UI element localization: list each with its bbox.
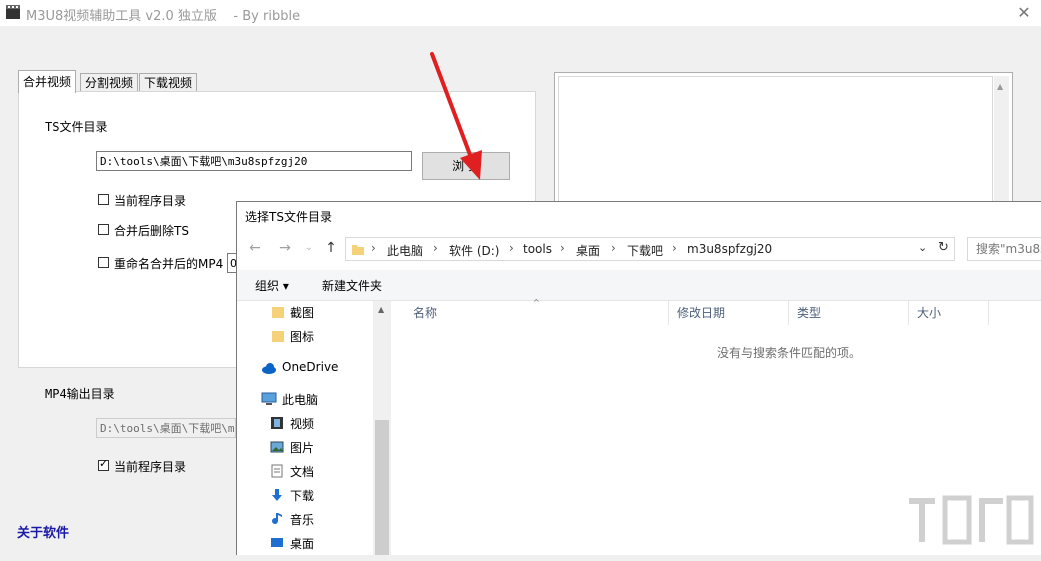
folder-icon <box>271 305 285 319</box>
scroll-up-icon[interactable]: ▲ <box>997 82 1003 91</box>
desktop-icon <box>270 536 284 550</box>
delete-ts-checkbox[interactable] <box>98 224 109 235</box>
tree-item-this-pc[interactable]: 此电脑 <box>237 388 373 410</box>
rename-mp4-label: 重命名合并后的MP4 <box>114 257 224 271</box>
annotation-arrow-icon <box>430 52 482 180</box>
tree-item-downloads[interactable]: 下载 <box>237 484 373 506</box>
breadcrumb-separator-icon: › <box>560 241 565 255</box>
tree-item-label: 截图 <box>290 306 315 320</box>
breadcrumb-separator-icon: › <box>672 241 677 255</box>
empty-results-message: 没有与搜索条件匹配的项。 <box>717 346 862 360</box>
new-folder-button[interactable]: 新建文件夹 <box>322 277 382 294</box>
column-size[interactable]: 大小 <box>909 301 989 325</box>
tab-download-video[interactable]: 下载视频 <box>139 73 198 93</box>
tree-item-icons[interactable]: 图标 <box>237 325 373 347</box>
breadcrumb-separator-icon: › <box>433 241 438 255</box>
tree-item-documents[interactable]: 文档 <box>237 460 373 482</box>
refresh-icon[interactable]: ↻ <box>938 240 949 255</box>
folder-icon <box>271 329 285 343</box>
ts-dir-label: TS文件目录 <box>45 120 108 134</box>
navigation-scroll-thumb[interactable] <box>375 420 389 555</box>
preview-scrollbar[interactable]: ▲ <box>994 76 1009 208</box>
breadcrumb-xiazaiba[interactable]: 下载吧 <box>627 242 663 259</box>
preview-box: ▲ <box>554 72 1013 214</box>
current-dir-checkbox[interactable] <box>98 194 109 205</box>
breadcrumb-separator-icon: › <box>509 241 514 255</box>
breadcrumb-separator-icon: › <box>371 241 376 255</box>
download-icon <box>270 488 284 502</box>
tree-item-onedrive[interactable]: OneDrive <box>237 357 373 379</box>
music-icon <box>270 512 284 526</box>
site-watermark-logo <box>905 490 1035 561</box>
onedrive-icon <box>261 361 276 375</box>
tree-item-label: 图标 <box>290 330 315 344</box>
output-dir-input[interactable]: D:\tools\桌面\下载吧\m3 <box>96 418 236 438</box>
tree-item-label: 文档 <box>290 465 315 479</box>
video-icon <box>270 416 284 430</box>
tree-item-screenshots[interactable]: 截图 <box>237 301 373 323</box>
app-logo-icon <box>6 5 20 19</box>
breadcrumb-this-pc[interactable]: 此电脑 <box>387 242 423 259</box>
about-software-link[interactable]: 关于软件 <box>17 522 69 541</box>
computer-icon <box>261 392 277 406</box>
current-dir-label: 当前程序目录 <box>114 194 187 208</box>
address-dropdown-icon[interactable]: ⌄ <box>918 241 927 254</box>
tree-item-label: OneDrive <box>282 360 339 374</box>
tree-item-label: 音乐 <box>290 513 315 527</box>
up-arrow-icon[interactable]: ↑ <box>323 240 339 256</box>
rename-mp4-checkbox[interactable] <box>98 257 109 268</box>
column-modified-date[interactable]: 修改日期 <box>669 301 789 325</box>
tree-item-label: 桌面 <box>290 537 315 551</box>
delete-ts-label: 合并后删除TS <box>114 224 189 238</box>
tree-item-videos[interactable]: 视频 <box>237 412 373 434</box>
output-dir-label: MP4输出目录 <box>45 387 115 401</box>
breadcrumb-drive-d[interactable]: 软件 (D:) <box>449 242 499 259</box>
history-chevron-icon[interactable]: ⌄ <box>301 240 317 256</box>
tree-item-label: 图片 <box>290 441 315 455</box>
tab-merge-video[interactable]: 合并视频 <box>18 70 77 93</box>
back-arrow-icon[interactable]: ← <box>247 240 263 256</box>
breadcrumb-current-folder[interactable]: m3u8spfzgj20 <box>687 242 772 256</box>
documents-icon <box>270 464 284 478</box>
output-current-dir-label: 当前程序目录 <box>114 460 187 474</box>
window-close-button[interactable]: ✕ <box>1010 2 1038 24</box>
dialog-title: 选择TS文件目录 <box>245 210 332 224</box>
breadcrumb-separator-icon: › <box>611 241 616 255</box>
column-type[interactable]: 类型 <box>789 301 909 325</box>
ts-dir-input[interactable]: D:\tools\桌面\下载吧\m3u8spfzgj20 <box>96 151 412 171</box>
file-list-header: 名称 修改日期 类型 大小 <box>393 301 1041 325</box>
tree-item-music[interactable]: 音乐 <box>237 508 373 530</box>
tree-item-pictures[interactable]: 图片 <box>237 436 373 458</box>
tab-split-video[interactable]: 分割视频 <box>80 73 139 93</box>
folder-icon <box>351 242 365 256</box>
address-bar[interactable]: › 此电脑 › 软件 (D:) › tools › 桌面 › 下载吧 › m3u… <box>345 237 955 261</box>
tree-item-desktop[interactable]: 桌面 <box>237 532 373 554</box>
dialog-toolbar: 组织 ▾ 新建文件夹 <box>237 270 1041 301</box>
tree-item-label: 下载 <box>290 489 315 503</box>
column-name[interactable]: 名称 <box>405 301 669 325</box>
pictures-icon <box>270 440 284 454</box>
dialog-nav-row: ← → ⌄ ↑ › 此电脑 › 软件 (D:) › tools › 桌面 › 下… <box>237 232 1041 266</box>
preview-area <box>558 76 993 208</box>
organize-button[interactable]: 组织 ▾ <box>255 277 289 294</box>
tree-item-label: 视频 <box>290 417 315 431</box>
navigation-pane: 截图 图标 OneDrive 此电脑 视频 图片 文档 下载 音乐 桌面 <box>237 301 391 555</box>
output-current-dir-checkbox[interactable] <box>98 457 109 471</box>
forward-arrow-icon[interactable]: → <box>277 240 293 256</box>
search-input[interactable]: 搜索"m3u8s <box>967 237 1041 261</box>
breadcrumb-tools[interactable]: tools <box>523 242 552 256</box>
tree-item-label: 此电脑 <box>282 393 319 407</box>
breadcrumb-desktop[interactable]: 桌面 <box>576 242 600 259</box>
scroll-up-icon[interactable]: ▲ <box>378 305 384 314</box>
window-title: M3U8视频辅助工具 v2.0 独立版 - By ribble <box>26 9 301 24</box>
